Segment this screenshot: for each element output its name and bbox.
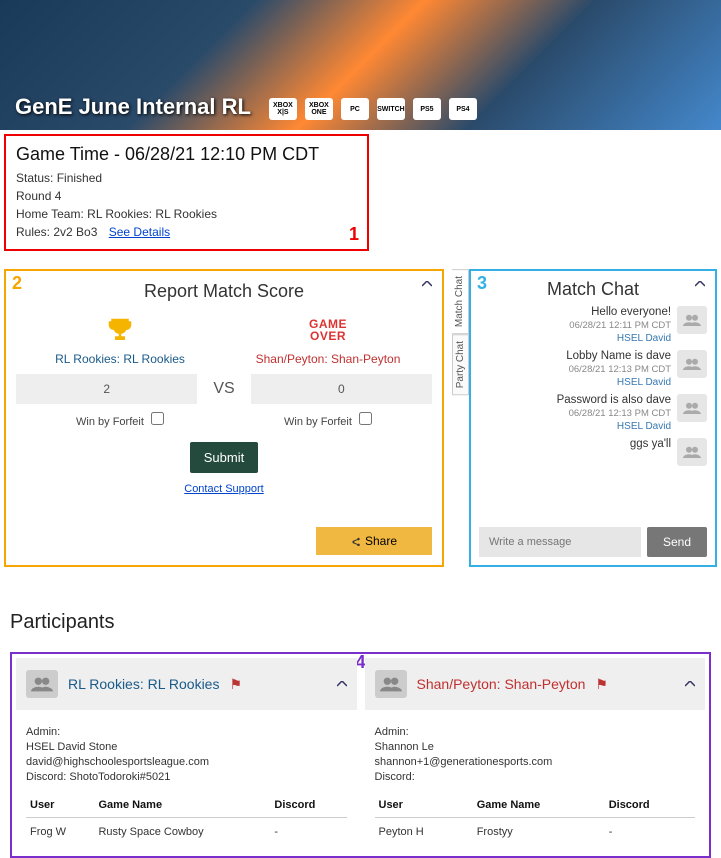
people-icon	[683, 401, 701, 415]
chevron-up-icon	[337, 681, 347, 687]
participants-heading: Participants	[10, 611, 711, 634]
contact-support-link[interactable]: Contact Support	[16, 483, 432, 495]
admin-label: Admin:	[26, 726, 347, 738]
col-user: User	[26, 793, 94, 818]
col-discord: Discord	[270, 793, 346, 818]
table-row: Frog W Rusty Space Cowboy -	[26, 818, 347, 847]
team2-forfeit: Win by Forfeit	[224, 412, 432, 428]
round-line: Round 4	[16, 187, 357, 205]
share-button[interactable]: Share	[316, 527, 432, 555]
chevron-up-icon	[422, 281, 432, 287]
team-avatar-icon	[26, 670, 58, 698]
team-card-1: RL Rookies: RL Rookies ⚑ Admin: HSEL Dav…	[16, 658, 357, 852]
home-team-line: Home Team: RL Rookies: RL Rookies	[16, 205, 357, 223]
chat-panel: 3 Match Chat Hello everyone! 06/28/21 12…	[469, 269, 717, 567]
team-card-2: Shan/Peyton: Shan-Peyton ⚑ Admin: Shanno…	[365, 658, 706, 852]
team2-forfeit-checkbox[interactable]	[359, 412, 372, 425]
team1-forfeit-checkbox[interactable]	[151, 412, 164, 425]
col-discord: Discord	[605, 793, 695, 818]
share-icon	[351, 537, 361, 547]
chat-message: ggs ya'll	[479, 438, 707, 466]
platform-ps4: PS4	[449, 98, 477, 120]
send-button[interactable]: Send	[647, 527, 707, 557]
tab-match-chat[interactable]: Match Chat	[452, 269, 469, 334]
team1-roster-table: User Game Name Discord Frog W Rusty Spac…	[26, 793, 347, 846]
chat-message: Lobby Name is dave 06/28/21 12:13 PM CDT…	[479, 350, 707, 388]
team2-collapse-toggle[interactable]	[685, 681, 695, 687]
submit-button[interactable]: Submit	[190, 442, 258, 473]
people-icon	[683, 313, 701, 327]
report-title: Report Match Score	[16, 281, 432, 302]
avatar	[677, 350, 707, 378]
table-row: Peyton H Frostyy -	[375, 818, 696, 847]
report-score-panel: 2 Report Match Score RL Rookies: RL Rook…	[4, 269, 444, 567]
platform-xbox-one: XBOX ONE	[305, 98, 333, 120]
game-time-heading: Game Time - 06/28/21 12:10 PM CDT	[16, 144, 357, 165]
status-line: Status: Finished	[16, 169, 357, 187]
people-icon	[31, 676, 53, 692]
banner: GenE June Internal RL XBOX X|S XBOX ONE …	[0, 0, 721, 130]
team2-header[interactable]: Shan/Peyton: Shan-Peyton ⚑	[365, 658, 706, 710]
team1-name: RL Rookies: RL Rookies	[68, 676, 219, 692]
annotation-marker-1: 1	[349, 224, 359, 245]
annotation-marker-2: 2	[12, 273, 22, 294]
flag-icon[interactable]: ⚑	[229, 676, 242, 693]
trophy-icon	[16, 312, 224, 348]
chevron-up-icon	[685, 681, 695, 687]
team-avatar-icon	[375, 670, 407, 698]
see-details-link[interactable]: See Details	[109, 225, 170, 239]
people-icon	[380, 676, 402, 692]
platform-pc: PC	[341, 98, 369, 120]
people-icon	[683, 445, 701, 459]
discord-line: Discord:	[375, 771, 696, 783]
annotation-marker-3: 3	[477, 273, 487, 294]
participants-panel: 4 RL Rookies: RL Rookies ⚑ Admin: HSEL D…	[10, 652, 711, 858]
avatar	[677, 306, 707, 334]
platform-xbox-xs: XBOX X|S	[269, 98, 297, 120]
admin-name: HSEL David Stone	[26, 741, 347, 753]
col-game: Game Name	[473, 793, 605, 818]
chat-tabs: Match Chat Party Chat	[452, 269, 469, 567]
team2-score-input[interactable]: 0	[251, 374, 432, 404]
chat-message: Password is also dave 06/28/21 12:13 PM …	[479, 394, 707, 432]
chat-title: Match Chat	[479, 279, 707, 300]
admin-email: shannon+1@generationesports.com	[375, 756, 696, 768]
chevron-up-icon	[695, 281, 705, 287]
team1-name: RL Rookies: RL Rookies	[16, 352, 224, 366]
team2-name: Shan/Peyton: Shan-Peyton	[224, 352, 432, 366]
game-over-icon: GAMEOVER	[224, 312, 432, 348]
team1-collapse-toggle[interactable]	[337, 681, 347, 687]
admin-name: Shannon Le	[375, 741, 696, 753]
team1-col: RL Rookies: RL Rookies	[16, 312, 224, 366]
chat-input[interactable]	[479, 527, 641, 557]
avatar	[677, 394, 707, 422]
chat-message: Hello everyone! 06/28/21 12:11 PM CDT HS…	[479, 306, 707, 344]
col-game: Game Name	[94, 793, 270, 818]
flag-icon[interactable]: ⚑	[595, 676, 608, 693]
col-user: User	[375, 793, 473, 818]
vs-label: VS	[197, 380, 250, 398]
team1-header[interactable]: RL Rookies: RL Rookies ⚑	[16, 658, 357, 710]
chat-collapse-toggle[interactable]	[695, 281, 705, 287]
platform-switch: SWITCH	[377, 98, 405, 120]
people-icon	[683, 357, 701, 371]
rules-line: Rules: 2v2 Bo3 See Details	[16, 223, 357, 241]
chat-messages[interactable]: Hello everyone! 06/28/21 12:11 PM CDT HS…	[479, 306, 707, 523]
team2-col: GAMEOVER Shan/Peyton: Shan-Peyton	[224, 312, 432, 366]
tournament-title: GenE June Internal RL	[15, 94, 251, 120]
team1-forfeit: Win by Forfeit	[16, 412, 224, 428]
team2-roster-table: User Game Name Discord Peyton H Frostyy …	[375, 793, 696, 846]
admin-label: Admin:	[375, 726, 696, 738]
tab-party-chat[interactable]: Party Chat	[452, 334, 469, 395]
team1-score-input[interactable]: 2	[16, 374, 197, 404]
platform-ps5: PS5	[413, 98, 441, 120]
avatar	[677, 438, 707, 466]
team2-name: Shan/Peyton: Shan-Peyton	[417, 676, 586, 692]
discord-line: Discord: ShotoTodoroki#5021	[26, 771, 347, 783]
admin-email: david@highschoolesportsleague.com	[26, 756, 347, 768]
game-time-panel: Game Time - 06/28/21 12:10 PM CDT Status…	[4, 134, 369, 251]
collapse-toggle[interactable]	[422, 281, 432, 287]
